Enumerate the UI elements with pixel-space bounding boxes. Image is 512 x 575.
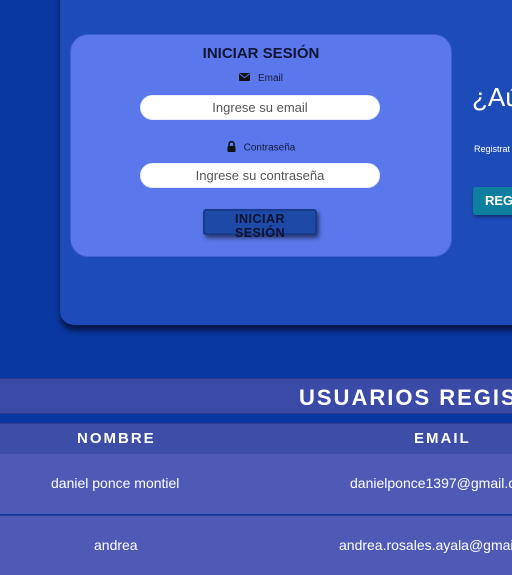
cell-nombre: andrea (94, 537, 138, 553)
lock-icon (227, 140, 236, 155)
users-title: USUARIOS REGIS (299, 385, 512, 410)
login-title: INICIAR SESIÓN (202, 45, 320, 62)
email-label: Email (71, 73, 451, 84)
email-field[interactable] (140, 95, 380, 120)
password-label-text: Contraseña (243, 142, 296, 154)
password-label: Contraseña (71, 140, 451, 155)
password-field[interactable] (140, 163, 380, 188)
register-heading: ¿Aú (472, 82, 512, 112)
cell-nombre: daniel ponce montiel (51, 475, 180, 491)
envelope-icon (238, 73, 250, 84)
login-button[interactable]: INICIAR SESIÓN (203, 209, 317, 240)
table-row: daniel ponce montiel danielponce1397@gma… (0, 454, 512, 514)
login-form: INICIAR SESIÓN Email Contraseña INICIAR … (70, 34, 452, 257)
cell-email: danielponce1397@gmail.c (350, 475, 512, 491)
register-button[interactable]: REG (473, 187, 512, 215)
table-row: andrea andrea.rosales.ayala@gmai (0, 515, 512, 575)
users-title-bar: USUARIOS REGIS (0, 378, 512, 414)
users-table-header: NOMBRE EMAIL (0, 423, 512, 454)
register-text: Registrat (474, 144, 511, 154)
email-label-text: Email (257, 73, 283, 84)
column-header-nombre: NOMBRE (77, 430, 156, 447)
cell-email: andrea.rosales.ayala@gmai (339, 537, 512, 553)
column-header-email: EMAIL (414, 430, 471, 447)
